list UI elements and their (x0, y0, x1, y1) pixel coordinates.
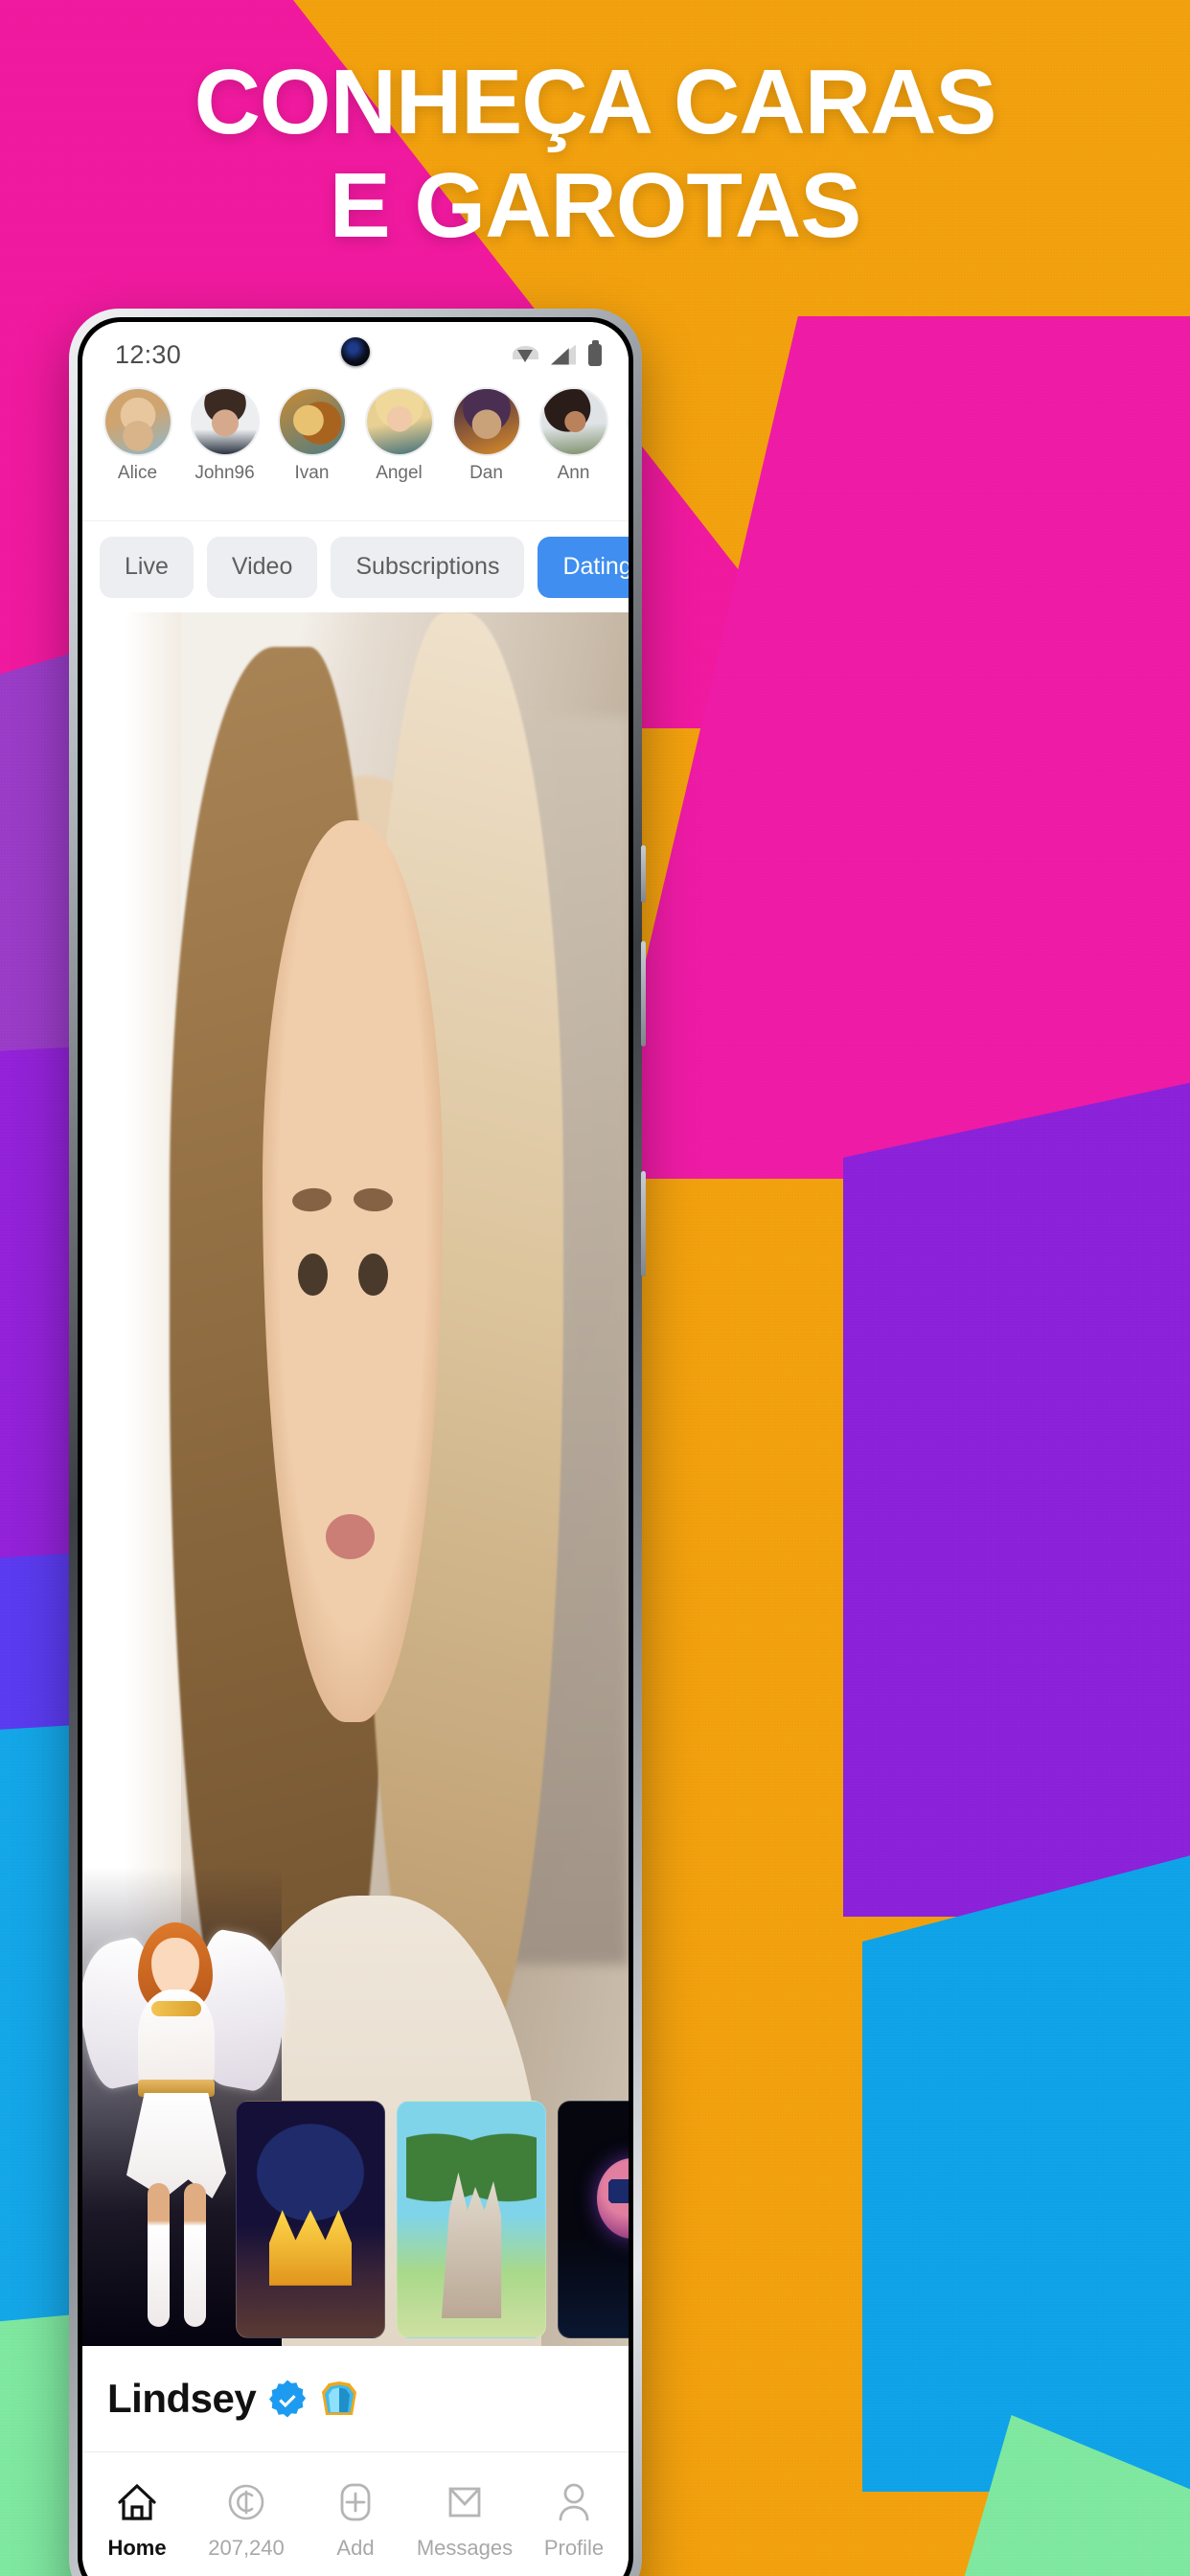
featured-profile-photo[interactable] (82, 612, 629, 2346)
phone-mockup: 12:30 Alice John96 Ivan Angel Dan Ann Li… (69, 309, 646, 2576)
nav-label: Add (336, 2535, 375, 2560)
stories-row[interactable]: Alice John96 Ivan Angel Dan Ann (82, 381, 629, 520)
nav-item-profile[interactable]: Profile (519, 2480, 629, 2561)
front-camera-punchhole (341, 337, 370, 366)
angel-gold-trim (151, 2001, 201, 2016)
headline-line-1: CONHEÇA CARAS (194, 51, 997, 153)
story-item-dan[interactable]: Dan (443, 387, 530, 517)
story-label: Alice (117, 463, 158, 483)
bottom-navigation[interactable]: Home 207,240 Add Messages Profile (82, 2451, 629, 2576)
story-avatar (103, 387, 172, 456)
nav-item-add[interactable]: Add (301, 2480, 410, 2561)
envelope-icon (444, 2480, 486, 2524)
gift-carousel[interactable] (82, 2089, 629, 2338)
coin-icon (225, 2480, 267, 2524)
story-item-next[interactable] (617, 387, 629, 517)
story-label: Dan (469, 463, 503, 483)
photo-eye-right (357, 1254, 388, 1296)
nav-label: Home (107, 2535, 167, 2560)
story-avatar (364, 387, 434, 456)
gift-item-fairy-castle[interactable] (397, 2101, 546, 2338)
photo-lips (325, 1513, 375, 1559)
battery-icon (588, 339, 602, 366)
tab-dating[interactable]: Dating (538, 536, 629, 598)
status-bar: 12:30 (82, 322, 629, 381)
story-label: Angel (376, 463, 423, 483)
story-item-john96[interactable]: John96 (181, 387, 268, 517)
nav-item-coins[interactable]: 207,240 (192, 2480, 301, 2561)
status-system-icons (513, 339, 602, 366)
story-item-ann[interactable]: Ann (530, 387, 617, 517)
story-label: John96 (195, 463, 255, 483)
nav-label-coin-balance: 207,240 (208, 2535, 285, 2560)
verified-check-icon (268, 2380, 307, 2418)
add-icon (335, 2480, 376, 2524)
phone-button-a[interactable] (641, 845, 646, 903)
story-label: Ivan (294, 463, 330, 483)
tab-video[interactable]: Video (206, 536, 318, 598)
nav-item-messages[interactable]: Messages (410, 2480, 519, 2561)
story-item-alice[interactable]: Alice (94, 387, 181, 517)
story-avatar (451, 387, 521, 456)
story-avatar (277, 387, 347, 456)
story-item-angel[interactable]: Angel (355, 387, 443, 517)
gift-item-golden-crown[interactable] (236, 2101, 385, 2338)
crown-icon (319, 2380, 359, 2417)
story-avatar (538, 387, 608, 456)
tab-subscriptions[interactable]: Subscriptions (331, 536, 525, 598)
status-clock: 12:30 (115, 339, 182, 369)
nav-label: Profile (543, 2535, 605, 2560)
volume-button[interactable] (641, 941, 646, 1046)
story-label: Ann (557, 463, 590, 483)
wifi-icon (513, 345, 538, 364)
home-icon (117, 2480, 157, 2524)
power-button[interactable] (641, 1171, 646, 1276)
person-icon (554, 2480, 594, 2524)
nav-item-home[interactable]: Home (82, 2480, 192, 2561)
profile-name-row: Lindsey (82, 2346, 629, 2451)
tab-live[interactable]: Live (100, 536, 194, 598)
phone-bezel: 12:30 Alice John96 Ivan Angel Dan Ann Li… (78, 317, 633, 2576)
cellular-signal-icon (551, 344, 576, 365)
story-avatar (626, 387, 629, 456)
nav-label: Messages (416, 2535, 514, 2560)
profile-name: Lindsey (107, 2376, 257, 2421)
gift-item-glowing-spider[interactable] (558, 2101, 629, 2338)
category-tabs[interactable]: Live Video Subscriptions Dating TOP (82, 520, 629, 612)
story-avatar (190, 387, 260, 456)
phone-screen: 12:30 Alice John96 Ivan Angel Dan Ann Li… (82, 322, 629, 2576)
headline-line-2: E GAROTAS (329, 153, 862, 257)
story-item-ivan[interactable]: Ivan (268, 387, 355, 517)
promo-headline: CONHEÇA CARAS E GAROTAS (0, 56, 1190, 253)
photo-eye-left (298, 1254, 328, 1296)
